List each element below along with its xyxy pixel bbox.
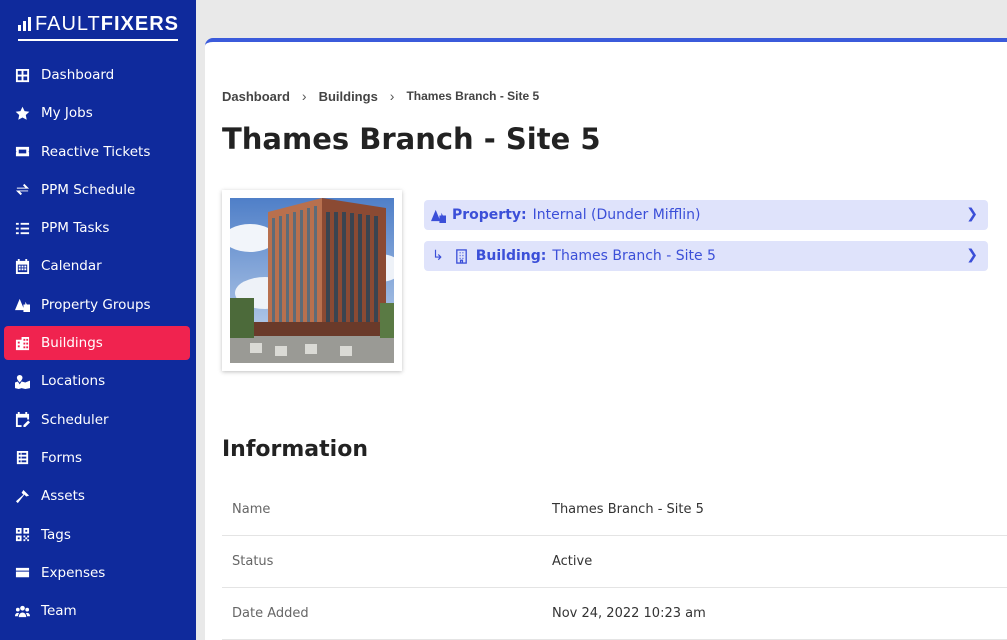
sidebar-item-locations[interactable]: Locations — [4, 364, 190, 398]
sidebar-item-label: Calendar — [41, 258, 102, 275]
star-icon — [14, 105, 30, 121]
task-list-icon — [14, 220, 30, 236]
grid-icon — [14, 67, 30, 83]
sidebar-item-label: PPM Schedule — [41, 181, 136, 198]
sidebar-item-label: Buildings — [41, 335, 103, 352]
building-photo-card[interactable] — [222, 190, 402, 371]
sidebar-item-dashboard[interactable]: Dashboard — [4, 58, 190, 92]
sidebar-item-forms[interactable]: Forms — [4, 441, 190, 475]
hammer-icon — [14, 488, 30, 504]
property-group-icon — [14, 297, 30, 313]
form-icon — [14, 450, 30, 466]
property-group-icon — [430, 207, 446, 223]
property-link-value: Internal (Dunder Mifflin) — [532, 207, 701, 223]
sidebar-item-label: Team — [41, 603, 77, 620]
sidebar-item-label: Scheduler — [41, 411, 109, 428]
sidebar-item-label: Assets — [41, 488, 85, 505]
info-key-date-added: Date Added — [232, 606, 309, 621]
sidebar: FAULTFIXERS Dashboard My Jobs Reactive T… — [0, 0, 196, 640]
sidebar-item-reactive-tickets[interactable]: Reactive Tickets — [4, 135, 190, 169]
info-value-date-added: Nov 24, 2022 10:23 am — [552, 606, 706, 621]
sidebar-item-label: My Jobs — [41, 105, 93, 122]
team-icon — [14, 603, 30, 619]
breadcrumb-current: Thames Branch - Site 5 — [406, 89, 540, 103]
chevron-right-icon: ❯ — [966, 206, 978, 222]
logo[interactable]: FAULTFIXERS — [18, 9, 178, 41]
chevron-right-icon: › — [389, 88, 395, 104]
sidebar-item-team[interactable]: Team — [4, 594, 190, 628]
calendar-edit-icon — [14, 412, 30, 428]
building-photo — [230, 198, 394, 363]
table-row: Date Added Nov 24, 2022 10:23 am — [222, 588, 1007, 640]
breadcrumb-dashboard[interactable]: Dashboard — [222, 89, 290, 104]
sidebar-item-ppm-schedule[interactable]: PPM Schedule — [4, 173, 190, 207]
building-icon — [454, 248, 470, 264]
sidebar-item-assets[interactable]: Assets — [4, 479, 190, 513]
sidebar-item-label: Expenses — [41, 564, 106, 581]
sidebar-item-label: Tags — [41, 526, 71, 543]
info-key-status: Status — [232, 554, 274, 569]
chevron-right-icon: › — [301, 88, 307, 104]
page-title: Thames Branch - Site 5 — [222, 122, 601, 156]
sidebar-item-property-groups[interactable]: Property Groups — [4, 288, 190, 322]
chevron-right-icon: ❯ — [966, 247, 978, 263]
sidebar-item-tags[interactable]: Tags — [4, 518, 190, 552]
building-link-label: Building: — [475, 248, 547, 264]
sidebar-item-calendar[interactable]: Calendar — [4, 249, 190, 283]
qr-tag-icon — [14, 527, 30, 543]
map-location-icon — [14, 373, 30, 389]
breadcrumb: Dashboard › Buildings › Thames Branch - … — [222, 88, 539, 104]
info-key-name: Name — [232, 502, 271, 517]
sidebar-item-label: Property Groups — [41, 296, 151, 313]
information-table: Name Thames Branch - Site 5 Status Activ… — [222, 484, 1007, 640]
app-window: FAULTFIXERS Dashboard My Jobs Reactive T… — [0, 0, 1007, 640]
building-icon — [14, 335, 30, 351]
property-link-label: Property: — [452, 207, 527, 223]
wallet-icon — [14, 565, 30, 581]
subdirectory-arrow-icon: ↳ — [432, 248, 444, 264]
sidebar-item-my-jobs[interactable]: My Jobs — [4, 96, 190, 130]
sidebar-item-label: Dashboard — [41, 67, 115, 83]
table-row: Status Active — [222, 536, 1007, 588]
sidebar-item-label: Locations — [41, 373, 106, 390]
table-row: Name Thames Branch - Site 5 — [222, 484, 1007, 536]
information-heading: Information — [222, 437, 368, 462]
sidebar-item-label: Forms — [41, 449, 83, 466]
main-panel: Dashboard › Buildings › Thames Branch - … — [205, 38, 1007, 640]
calendar-icon — [14, 258, 30, 274]
sidebar-item-label: Reactive Tickets — [41, 143, 151, 160]
sidebar-nav: Dashboard My Jobs Reactive Tickets PPM S… — [4, 58, 190, 632]
property-link[interactable]: Property: Internal (Dunder Mifflin) ❯ — [424, 200, 988, 230]
sidebar-item-ppm-tasks[interactable]: PPM Tasks — [4, 211, 190, 245]
repeat-icon — [14, 182, 30, 198]
info-value-name: Thames Branch - Site 5 — [552, 502, 704, 517]
sidebar-item-label: PPM Tasks — [41, 220, 110, 237]
breadcrumb-buildings[interactable]: Buildings — [319, 89, 378, 104]
sidebar-item-buildings[interactable]: Buildings — [4, 326, 190, 361]
ticket-icon — [14, 144, 30, 160]
sidebar-item-scheduler[interactable]: Scheduler — [4, 403, 190, 437]
building-link-value: Thames Branch - Site 5 — [552, 248, 716, 264]
logo-text: FAULTFIXERS — [35, 12, 180, 35]
sidebar-item-expenses[interactable]: Expenses — [4, 556, 190, 590]
logo-bars-icon — [18, 17, 31, 31]
building-link[interactable]: ↳ Building: Thames Branch - Site 5 ❯ — [424, 241, 988, 271]
info-value-status: Active — [552, 554, 593, 569]
